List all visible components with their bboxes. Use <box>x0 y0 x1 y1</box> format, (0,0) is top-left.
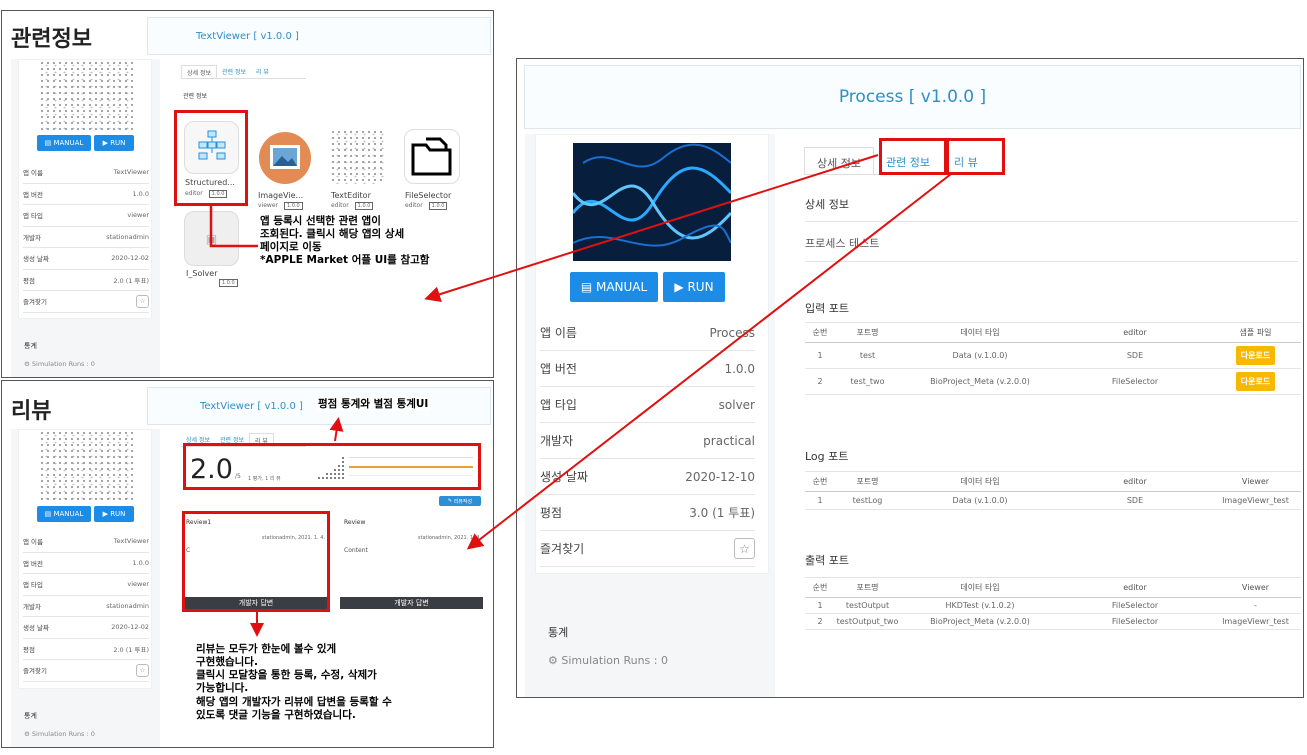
favorite-row: 즐겨찾기 ☆ <box>540 531 755 567</box>
output-ports-table: 순번 포트명 데이터 타입 editor Viewer 1 testOutput… <box>805 577 1301 630</box>
process-panel: Process [ v1.0.0 ] ▤ MANUAL ▶ RUN 앱 이름 Pr… <box>516 58 1304 698</box>
info-value: Process <box>709 325 755 340</box>
developer-row: 개발자 practical <box>540 423 755 459</box>
input-ports-table: 순번 포트명 데이터 타입 editor 샘플 파일 1 test Data (… <box>805 322 1301 395</box>
cell: 1 <box>805 491 835 510</box>
manual-button[interactable]: ▤ MANUAL <box>570 272 658 302</box>
detail-title: 상세 정보 <box>805 198 849 211</box>
cell: test <box>835 342 900 369</box>
callout-line <box>209 206 258 248</box>
rating-row: 평점 3.0 (1 투표) <box>540 495 755 531</box>
sim-runs: ⚙ Simulation Runs : 0 <box>548 654 668 667</box>
col-header: 데이터 타입 <box>900 471 1060 492</box>
app-version-row: 앱 버전 1.0.0 <box>540 351 755 387</box>
output-ports-title: 출력 포트 <box>805 554 849 567</box>
highlight-related-tab <box>879 138 947 175</box>
stats-title: 통계 <box>548 626 569 639</box>
col-header: 순번 <box>805 471 835 492</box>
input-ports-title: 입력 포트 <box>805 302 849 315</box>
app-thumbnail <box>573 143 731 261</box>
col-header: Viewer <box>1210 471 1301 492</box>
table-row: 1 test Data (v.1.0.0) SDE 다운로드 <box>805 342 1301 369</box>
divider <box>805 221 1298 222</box>
cell: FileSelector <box>1060 613 1210 630</box>
cell: SDE <box>1060 491 1210 510</box>
detail-text: 프로세스 테스트 <box>805 237 880 250</box>
created-date-row: 생성 날짜 2020-12-10 <box>540 459 755 495</box>
info-label: 즐겨찾기 <box>540 542 585 556</box>
cell: 1 <box>805 597 835 614</box>
info-label: 개발자 <box>540 434 574 448</box>
col-header: 포트명 <box>835 471 900 492</box>
col-header: Viewer <box>1210 577 1301 598</box>
log-ports-title: Log 포트 <box>805 450 849 463</box>
app-name-row: 앱 이름 Process <box>540 315 755 351</box>
cell: ImageViewr_test <box>1210 491 1301 510</box>
divider <box>805 261 1298 262</box>
cell: testOutput <box>835 597 900 614</box>
info-label: 앱 이름 <box>540 326 577 340</box>
col-header: 포트명 <box>835 577 900 598</box>
info-value: practical <box>703 433 755 448</box>
cell: Data (v.1.0.0) <box>900 342 1060 369</box>
download-button[interactable]: 다운로드 <box>1235 372 1276 391</box>
cell: Data (v.1.0.0) <box>900 491 1060 510</box>
info-value: 3.0 (1 투표) <box>689 506 755 520</box>
info-label: 생성 날짜 <box>540 470 588 484</box>
col-header: editor <box>1060 577 1210 598</box>
cell: 다운로드 <box>1210 368 1301 395</box>
table-row: 1 testOutput HKDTest (v.1.0.2) FileSelec… <box>805 597 1301 614</box>
col-header: editor <box>1060 471 1210 492</box>
col-header: 포트명 <box>835 322 900 343</box>
info-label: 앱 타입 <box>540 398 577 412</box>
col-header: 순번 <box>805 577 835 598</box>
download-button[interactable]: 다운로드 <box>1235 346 1276 365</box>
info-value: 2020-12-10 <box>685 469 755 484</box>
cell: 2 <box>805 368 835 395</box>
log-ports-table: 순번 포트명 데이터 타입 editor Viewer 1 testLog Da… <box>805 471 1301 510</box>
review-annotation: 리뷰는 모두가 한눈에 볼수 있게 구현했습니다. 클릭시 모달창을 통한 등록… <box>196 643 392 721</box>
favorite-star-icon[interactable]: ☆ <box>734 538 755 559</box>
cell: testOutput_two <box>835 613 900 630</box>
col-header: editor <box>1060 322 1210 343</box>
col-header: 순번 <box>805 322 835 343</box>
info-label: 앱 버전 <box>540 362 577 376</box>
cell: SDE <box>1060 342 1210 369</box>
info-value: solver <box>718 397 755 412</box>
run-button[interactable]: ▶ RUN <box>663 272 725 302</box>
cell: testLog <box>835 491 900 510</box>
app-info-card: ▤ MANUAL ▶ RUN 앱 이름 Process 앱 버전 1.0.0 앱 타입 s… <box>535 134 769 574</box>
cell: FileSelector <box>1060 597 1210 614</box>
cell: BioProject_Meta (v.2.0.0) <box>900 613 1060 630</box>
related-annotation: 앱 등록시 선택한 관련 앱이 조회된다. 클릭시 해당 앱의 상세 페이지로 … <box>260 215 430 267</box>
cell: BioProject_Meta (v.2.0.0) <box>900 368 1060 395</box>
cell: 1 <box>805 342 835 369</box>
cell: FileSelector <box>1060 368 1210 395</box>
table-row: 1 testLog Data (v.1.0.0) SDE ImageViewr_… <box>805 491 1301 510</box>
review-panel: 리뷰 TextViewer [ v1.0.0 ] 평점 통계와 별점 통계UI … <box>1 380 494 748</box>
col-header: 데이터 타입 <box>900 577 1060 598</box>
cell: ImageViewr_test <box>1210 613 1301 630</box>
highlight-review-tab <box>946 138 1005 175</box>
app-type-row: 앱 타입 solver <box>540 387 755 423</box>
info-label: 평점 <box>540 506 563 520</box>
cell: 2 <box>805 613 835 630</box>
cell: 다운로드 <box>1210 342 1301 369</box>
app-title-bar: Process [ v1.0.0 ] <box>524 65 1301 129</box>
table-row: 2 testOutput_two BioProject_Meta (v.2.0.… <box>805 613 1301 630</box>
app-title: Process [ v1.0.0 ] <box>838 87 987 107</box>
cell: test_two <box>835 368 900 395</box>
cell: HKDTest (v.1.0.2) <box>900 597 1060 614</box>
cell: - <box>1210 597 1301 614</box>
related-info-panel: 관련정보 TextViewer [ v1.0.0 ] ▤ MANUAL ▶ RU… <box>1 10 494 378</box>
col-header: 샘플 파일 <box>1210 322 1301 343</box>
table-row: 2 test_two BioProject_Meta (v.2.0.0) Fil… <box>805 368 1301 395</box>
col-header: 데이터 타입 <box>900 322 1060 343</box>
tab-detail[interactable]: 상세 정보 <box>804 147 874 174</box>
info-value: 1.0.0 <box>724 361 755 376</box>
